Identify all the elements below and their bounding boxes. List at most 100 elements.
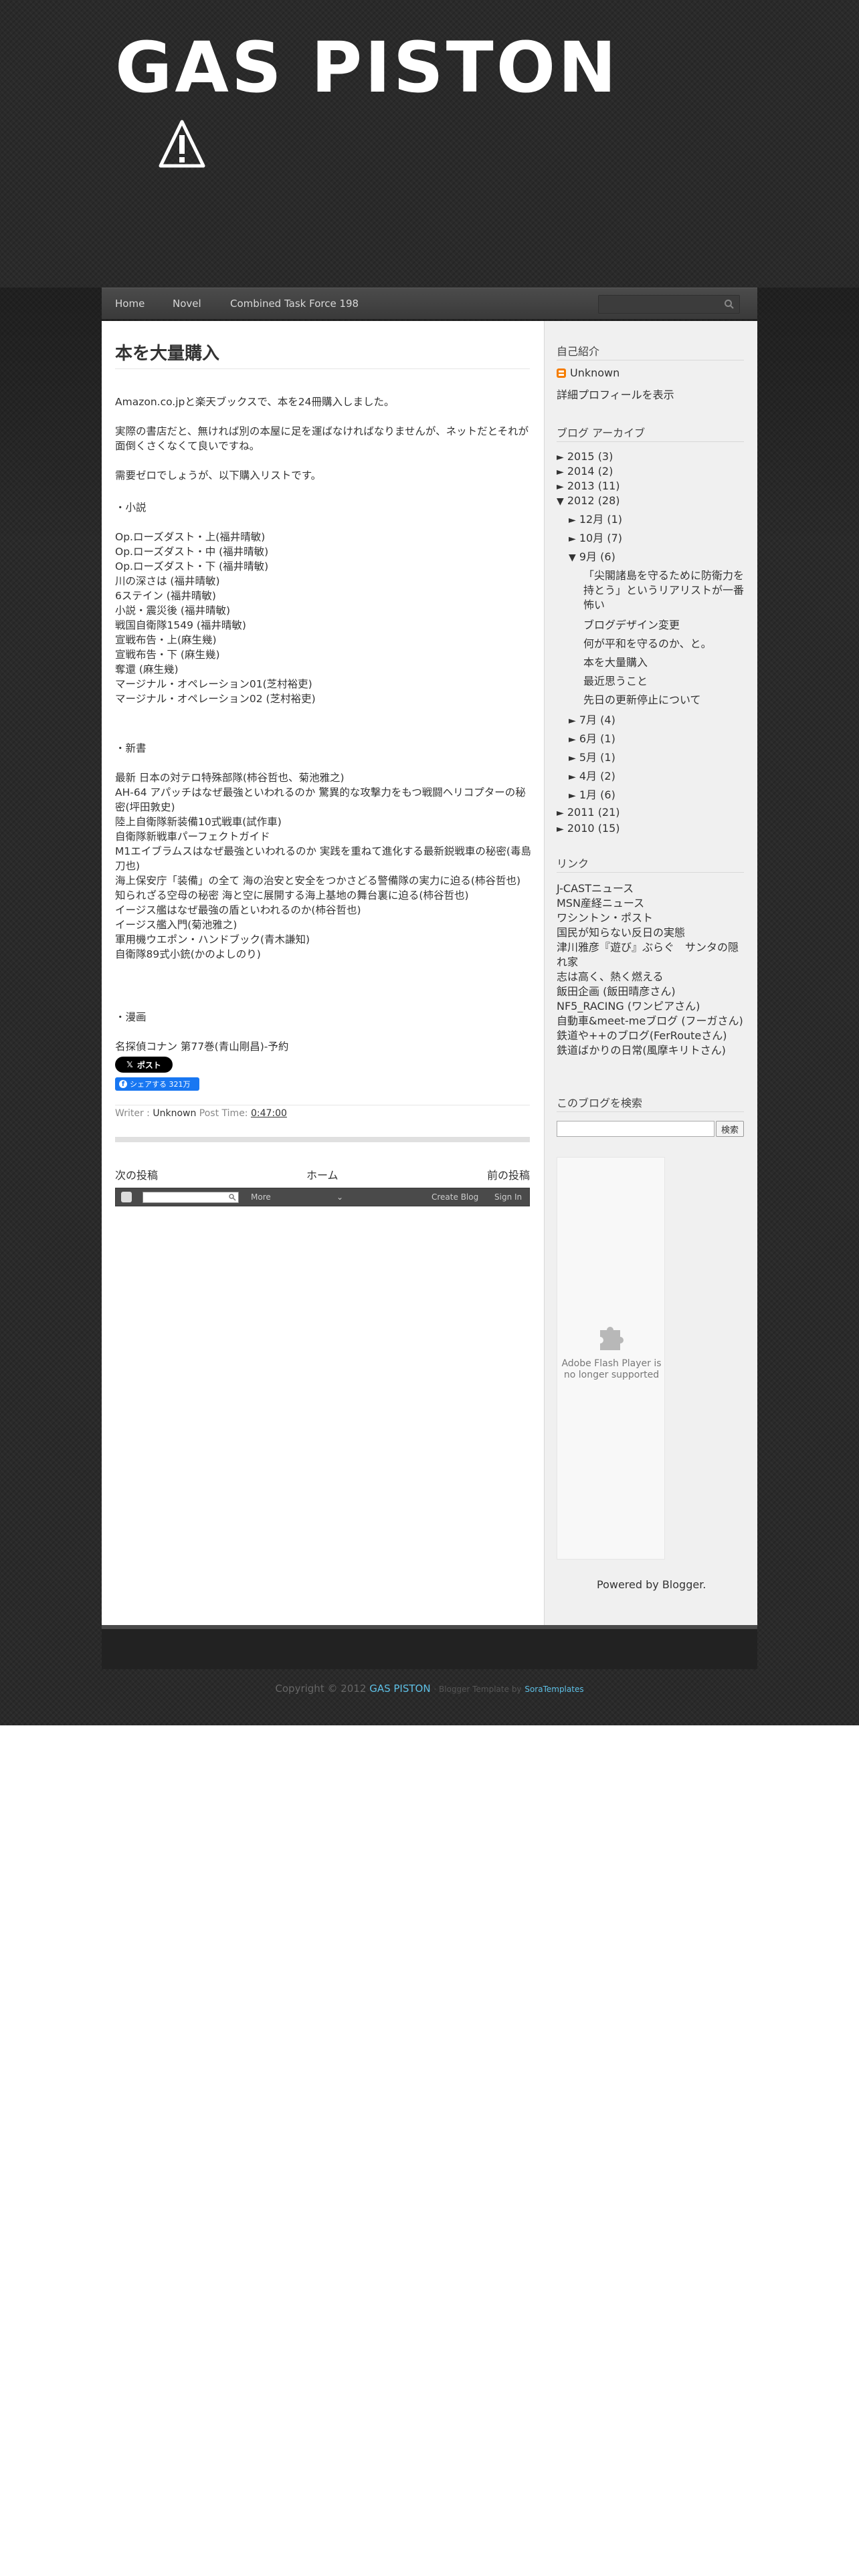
archive-month-item[interactable]: ► 10月 (7): [569, 531, 622, 546]
archive-month-item[interactable]: ► 7月 (4): [569, 713, 615, 728]
archive-year-item[interactable]: ► 2015 (3): [557, 449, 613, 465]
profile-name[interactable]: Unknown: [570, 366, 619, 381]
list-item: 自衛隊89式小銃(かのよしのり): [115, 948, 261, 960]
link-item[interactable]: 鉄道ばかりの日常(風摩キリトさん): [557, 1043, 745, 1058]
archive-post-link[interactable]: 何が平和を守るのか、と。: [583, 637, 712, 651]
search-icon[interactable]: [723, 298, 735, 310]
list-item: 6ステイン (福井晴敏): [115, 590, 216, 602]
blogger-logo-icon[interactable]: [121, 1192, 132, 1202]
expand-arrow-icon[interactable]: ►: [557, 808, 564, 819]
blogger-search-input[interactable]: [142, 1192, 239, 1203]
link-item[interactable]: 国民が知らない反日の実態: [557, 926, 745, 940]
flash-message: Adobe Flash Player is no longer supporte…: [561, 1358, 662, 1380]
archive-month-item[interactable]: ► 6月 (1): [569, 732, 615, 747]
link-item[interactable]: 志は高く、熱く燃える: [557, 970, 745, 984]
view-profile-link[interactable]: 詳細プロフィールを表示: [557, 388, 674, 403]
warning-icon: [159, 120, 205, 168]
expand-arrow-icon[interactable]: ►: [569, 515, 576, 526]
list-item: 最新 日本の対テロ特殊部隊(柿谷哲也、菊池雅之): [115, 772, 345, 784]
list-item: 奪還 (麻生幾): [115, 663, 179, 675]
archive-year-item[interactable]: ► 2010 (15): [557, 821, 620, 837]
archive-month-item[interactable]: ▼ 9月 (6): [569, 550, 615, 565]
expand-arrow-icon[interactable]: ►: [557, 481, 564, 492]
nav-search-input[interactable]: [598, 295, 740, 314]
create-blog-link[interactable]: Create Blog: [432, 1192, 478, 1202]
post-author[interactable]: Unknown: [153, 1108, 196, 1119]
archive-month-item[interactable]: ► 12月 (1): [569, 512, 622, 528]
blogger-navbar: More ⌄ Create Blog Sign In: [115, 1188, 530, 1206]
sign-in-link[interactable]: Sign In: [494, 1192, 522, 1202]
expand-arrow-icon[interactable]: ►: [569, 716, 576, 726]
expand-arrow-icon[interactable]: ►: [557, 824, 564, 835]
list-item: 小説・震災後 (福井晴敏): [115, 605, 231, 617]
novel-list: Op.ローズダスト・上(福井晴敏) Op.ローズダスト・中 (福井晴敏) Op.…: [115, 530, 531, 706]
newer-post-link[interactable]: 次の投稿: [115, 1166, 158, 1182]
blog-search-input[interactable]: [557, 1121, 714, 1137]
facebook-share-button[interactable]: f シェアする 321万: [115, 1077, 199, 1091]
archive-year-item[interactable]: ► 2014 (2): [557, 464, 613, 479]
link-item[interactable]: 鉄道や++のブログ(FerRouteさん): [557, 1029, 745, 1043]
shinsho-list: 最新 日本の対テロ特殊部隊(柿谷哲也、菊池雅之) AH-64 アパッチはなぜ最強…: [115, 770, 531, 962]
footer-site-link[interactable]: GAS PISTON: [369, 1683, 430, 1695]
powered-by-blogger[interactable]: Powered by Blogger.: [597, 1578, 706, 1591]
archive-month-item[interactable]: ► 4月 (2): [569, 769, 615, 784]
archive-post-link[interactable]: ブログデザイン変更: [583, 618, 680, 633]
more-menu[interactable]: More: [251, 1192, 271, 1202]
link-item[interactable]: NF5_RACING (ワンピアさん): [557, 999, 745, 1014]
expand-arrow-icon[interactable]: ►: [569, 534, 576, 544]
link-item[interactable]: 自動車&meet-meブログ (フーガさん): [557, 1014, 745, 1029]
x-post-button[interactable]: 𝕏 ポスト: [115, 1057, 173, 1073]
link-item[interactable]: ワシントン・ポスト: [557, 911, 745, 926]
archive-post-link[interactable]: 本を大量購入: [583, 655, 648, 670]
link-item[interactable]: 飯田企画 (飯田晴彦さん): [557, 984, 745, 999]
archive-month-item[interactable]: ► 5月 (1): [569, 750, 615, 766]
profile-heading: 自己紹介: [557, 345, 600, 358]
list-item: M1エイブラムスはなぜ最強といわれるのか 実践を重ねて進化する最新鋭戦車の秘密(…: [115, 845, 531, 872]
divider: [115, 368, 530, 369]
list-item: Op.ローズダスト・中 (福井晴敏): [115, 546, 269, 558]
list-item: 川の深さは (福井晴敏): [115, 575, 220, 587]
nav-novel[interactable]: Novel: [173, 298, 201, 310]
template-author-link[interactable]: SoraTemplates: [524, 1685, 583, 1694]
expand-arrow-icon[interactable]: ►: [557, 467, 564, 477]
expand-arrow-icon[interactable]: ►: [569, 753, 576, 764]
expand-arrow-icon[interactable]: ►: [569, 734, 576, 745]
chevron-down-icon[interactable]: ⌄: [337, 1192, 343, 1202]
link-item[interactable]: 津川雅彦『遊び』ぶらぐ サンタの隠れ家: [557, 940, 745, 970]
flash-placeholder: Adobe Flash Player is no longer supporte…: [557, 1157, 665, 1560]
divider: [557, 1111, 744, 1112]
archive-post-link[interactable]: 最近思うこと: [583, 674, 648, 689]
list-item: 軍用機ウエポン・ハンドブック(青木謙知): [115, 934, 310, 946]
expand-arrow-icon[interactable]: ►: [569, 772, 576, 782]
post-title[interactable]: 本を大量購入: [115, 340, 219, 364]
archive-year-item[interactable]: ▼ 2012 (28): [557, 494, 620, 509]
archive-year-item[interactable]: ► 2011 (21): [557, 805, 620, 821]
list-item: 自衛隊新戦車パーフェクトガイド: [115, 831, 270, 843]
archive-heading: ブログ アーカイブ: [557, 427, 646, 439]
archive-post-link[interactable]: 先日の更新停止について: [583, 693, 701, 708]
section-heading-manga: ・漫画: [115, 1011, 147, 1023]
link-item[interactable]: MSN産経ニュース: [557, 896, 745, 911]
older-post-link[interactable]: 前の投稿: [487, 1166, 530, 1182]
divider: [557, 441, 744, 442]
expand-arrow-icon[interactable]: ►: [569, 790, 576, 801]
nav-combined-task-force[interactable]: Combined Task Force 198: [230, 298, 359, 310]
expand-arrow-icon[interactable]: ►: [557, 452, 564, 463]
comment-separator: [115, 1137, 530, 1142]
blog-title[interactable]: GAS PISTON: [115, 27, 619, 108]
search-icon[interactable]: [228, 1193, 236, 1201]
list-item: マージナル・オペレーション02 (芝村裕吏): [115, 693, 316, 705]
post-timestamp[interactable]: 0:47:00: [251, 1108, 287, 1119]
section-heading-novels: ・小説: [115, 502, 147, 514]
blogger-icon: [557, 368, 566, 378]
nav-home[interactable]: Home: [115, 298, 145, 310]
section-heading-shinsho: ・新書: [115, 742, 147, 754]
collapse-arrow-icon[interactable]: ▼: [569, 552, 576, 563]
search-button[interactable]: 検索: [716, 1121, 744, 1137]
link-item[interactable]: J-CASTニュース: [557, 881, 745, 896]
archive-month-item[interactable]: ► 1月 (6): [569, 788, 615, 803]
archive-post-link[interactable]: 「尖閣諸島を守るために防衛力を持とう」というリアリストが一番怖い: [583, 568, 744, 613]
archive-year-item[interactable]: ► 2013 (11): [557, 479, 620, 494]
collapse-arrow-icon[interactable]: ▼: [557, 496, 564, 507]
home-link[interactable]: ホーム: [306, 1166, 339, 1182]
